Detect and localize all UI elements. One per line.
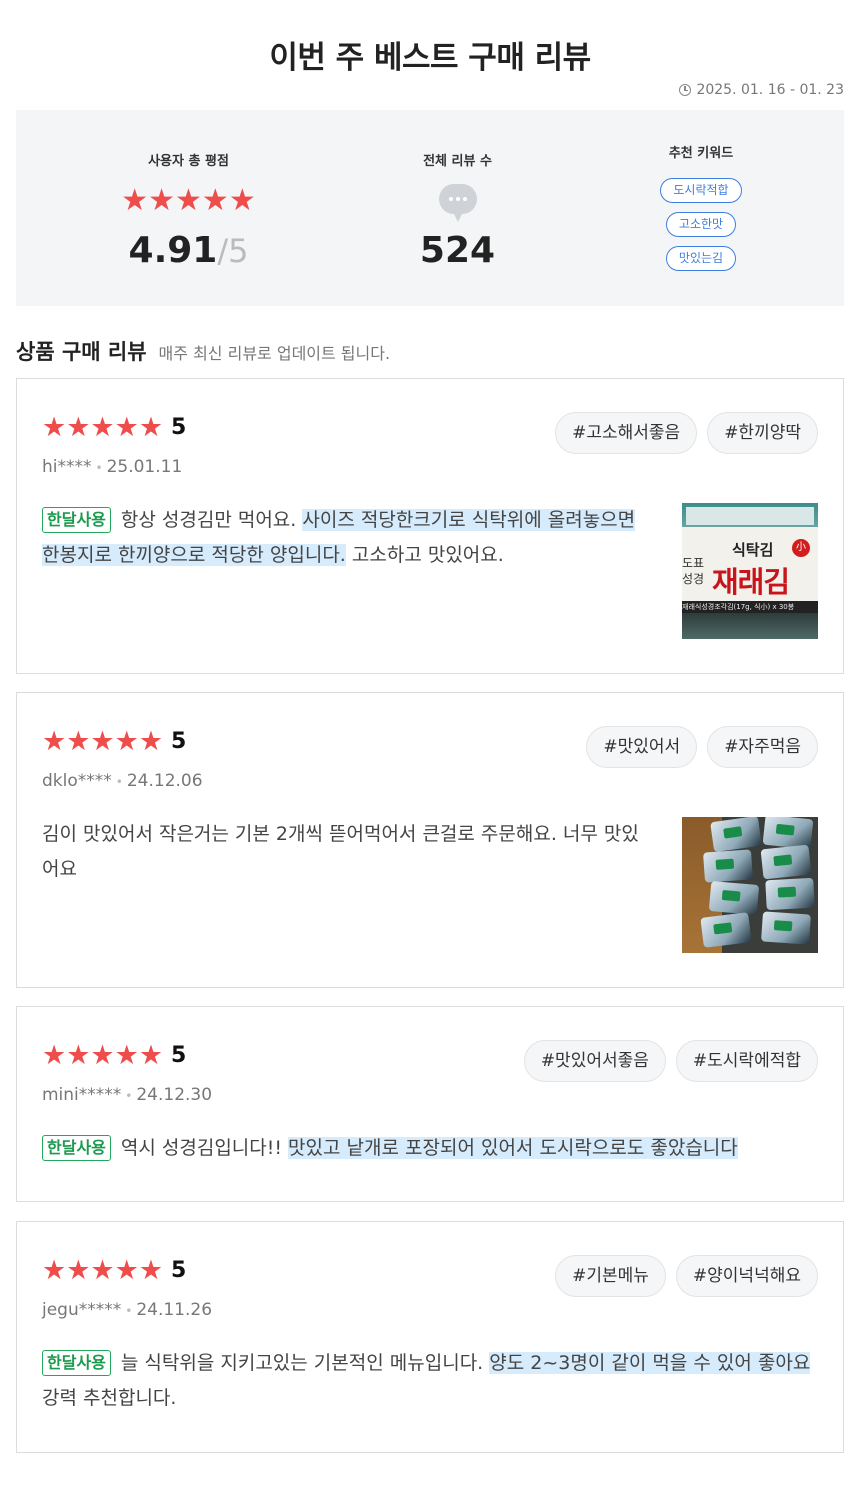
date-range-text: 2025. 01. 16 - 01. 23 (696, 82, 844, 98)
keyword-chip[interactable]: 고소한맛 (665, 212, 737, 237)
review-score: 5 (171, 415, 187, 440)
review-rating: ★★★★★ 5 (42, 727, 186, 757)
photo-brand-size: 小 (792, 539, 810, 557)
review-text: 한달사용 역시 성경김입니다!! 맛있고 낱개로 포장되어 있어서 도시락으로도 … (42, 1131, 812, 1166)
review-date: 24.12.06 (126, 771, 203, 791)
review-meta: jegu***** • 24.11.26 (42, 1300, 213, 1320)
photo-strip-text: 재래식성경조각김(17g, 식小) x 30봉 (682, 601, 818, 613)
review-user: hi**** (42, 457, 92, 477)
review-tag[interactable]: #고소해서좋음 (555, 412, 698, 454)
page-title: 이번 주 베스트 구매 리뷰 (269, 40, 591, 76)
review-text-highlight: 맛있고 낱개로 포장되어 있어서 도시락으로도 좋았습니다 (288, 1137, 738, 1159)
star-rating-icons: ★★★★★ (42, 726, 164, 757)
usage-badge: 한달사용 (42, 1350, 111, 1376)
review-count-block: 전체 리뷰 수 524 (316, 110, 599, 306)
review-rating: ★★★★★ 5 (42, 1256, 186, 1286)
review-score: 5 (171, 1043, 187, 1068)
photo-brand-name: 재래김 (712, 565, 790, 599)
clock-icon (679, 84, 692, 96)
review-text-plain: 역시 성경김입니다!! (120, 1137, 289, 1159)
review-user: mini***** (42, 1085, 122, 1105)
review-count-value: 524 (419, 230, 496, 271)
rating-max: /5 (217, 232, 249, 270)
section-header: 상품 구매 리뷰 매주 최신 리뷰로 업데이트 됩니다. (16, 336, 390, 366)
review-text: 김이 맛있어서 작은거는 기본 2개씩 뜯어먹어서 큰걸로 주문해요. 너무 맛… (42, 817, 642, 887)
star-rating-icons: ★★★★★ (42, 412, 164, 443)
review-tag[interactable]: #도시락에적합 (675, 1040, 818, 1082)
review-date: 24.11.26 (136, 1300, 213, 1320)
review-photo[interactable]: 식탁김 小 도표 성경 재래김 재래식성경조각김(17g, 식小) x 30봉 (682, 503, 818, 639)
review-date: 24.12.30 (136, 1085, 213, 1105)
review-text-plain: 늘 식탁위을 지키고있는 기본적인 메뉴입니다. (120, 1352, 490, 1374)
review-date: 25.01.11 (106, 457, 183, 477)
review-meta: mini***** • 24.12.30 (42, 1085, 213, 1105)
review-text-after: 강력 추천합니다. (42, 1387, 177, 1409)
review-summary-panel: 사용자 총 평점 ★★★★★ 4.91/5 전체 리뷰 수 524 추천 키워드… (16, 110, 844, 306)
keywords-label: 추천 키워드 (668, 146, 734, 161)
review-tag[interactable]: #한끼양딱 (707, 412, 818, 454)
review-text-after: 고소하고 맛있어요. (345, 544, 504, 566)
review-tags: #기본메뉴 #양이넉넉해요 (555, 1255, 818, 1297)
review-rating: ★★★★★ 5 (42, 413, 186, 443)
section-title: 상품 구매 리뷰 (16, 340, 147, 364)
review-tags: #맛있어서좋음 #도시락에적합 (523, 1040, 818, 1082)
review-text-plain: 김이 맛있어서 작은거는 기본 2개씩 뜯어먹어서 큰걸로 주문해요. 너무 맛… (42, 823, 639, 880)
review-card[interactable]: ★★★★★ 5 jegu***** • 24.11.26 #기본메뉴 #양이넉넉해요… (16, 1221, 844, 1453)
section-subtitle: 매주 최신 리뷰로 업데이트 됩니다. (158, 344, 391, 363)
rating-value: 4.91 (128, 230, 218, 271)
total-rating-label: 사용자 총 평점 (148, 154, 229, 169)
review-card[interactable]: ★★★★★ 5 mini***** • 24.12.30 #맛있어서좋음 #도시락에… (16, 1006, 844, 1202)
star-rating-icons: ★★★★★ (42, 1040, 164, 1071)
keyword-chip[interactable]: 도시락적합 (660, 178, 742, 203)
total-rating-value: 4.91/5 (16, 230, 361, 271)
review-meta: dklo**** • 24.12.06 (42, 771, 203, 791)
total-rating-block: 사용자 총 평점 ★★★★★ 4.91/5 (16, 110, 361, 306)
review-text-highlight: 양도 2~3명이 같이 먹을 수 있어 좋아요 (489, 1352, 811, 1374)
review-text: 한달사용 항상 성경김만 먹어요. 사이즈 적당한크기로 식탁위에 올려놓으면 한… (42, 503, 642, 573)
usage-badge: 한달사용 (42, 1135, 111, 1161)
date-range: 2025. 01. 16 - 01. 23 (679, 82, 844, 98)
review-tag[interactable]: #맛있어서좋음 (523, 1040, 666, 1082)
usage-badge: 한달사용 (42, 507, 111, 533)
review-tag[interactable]: #맛있어서 (586, 726, 698, 768)
review-tag[interactable]: #양이넉넉해요 (675, 1255, 818, 1297)
review-tags: #맛있어서 #자주먹음 (586, 726, 818, 768)
review-user: jegu***** (42, 1300, 122, 1320)
keywords-block: 추천 키워드 도시락적합 고소한맛 맛있는김 (586, 110, 816, 306)
star-rating-icons: ★★★★★ (42, 1255, 164, 1286)
review-text: 한달사용 늘 식탁위을 지키고있는 기본적인 메뉴입니다. 양도 2~3명이 같이… (42, 1346, 812, 1416)
keyword-chip[interactable]: 맛있는김 (665, 246, 737, 271)
review-tags: #고소해서좋음 #한끼양딱 (555, 412, 818, 454)
review-score: 5 (171, 1258, 187, 1283)
review-photo[interactable] (682, 817, 818, 953)
review-user: dklo**** (42, 771, 112, 791)
speech-bubble-icon (438, 184, 477, 222)
review-score: 5 (171, 729, 187, 754)
keyword-list: 도시락적합 고소한맛 맛있는김 (586, 178, 816, 271)
photo-brand-small: 식탁김 (732, 541, 774, 559)
review-card[interactable]: ★★★★★ 5 dklo**** • 24.12.06 #맛있어서 #자주먹음 김이… (16, 692, 844, 988)
review-rating: ★★★★★ 5 (42, 1041, 186, 1071)
review-count-label: 전체 리뷰 수 (423, 154, 492, 169)
review-tag[interactable]: #자주먹음 (707, 726, 818, 768)
photo-side-text: 도표 성경 (682, 556, 705, 586)
review-meta: hi**** • 25.01.11 (42, 457, 183, 477)
review-card[interactable]: ★★★★★ 5 hi**** • 25.01.11 #고소해서좋음 #한끼양딱 한달… (16, 378, 844, 674)
total-rating-stars: ★★★★★ (121, 183, 256, 218)
review-text-plain: 항상 성경김만 먹어요. (120, 509, 303, 531)
review-tag[interactable]: #기본메뉴 (555, 1255, 666, 1297)
